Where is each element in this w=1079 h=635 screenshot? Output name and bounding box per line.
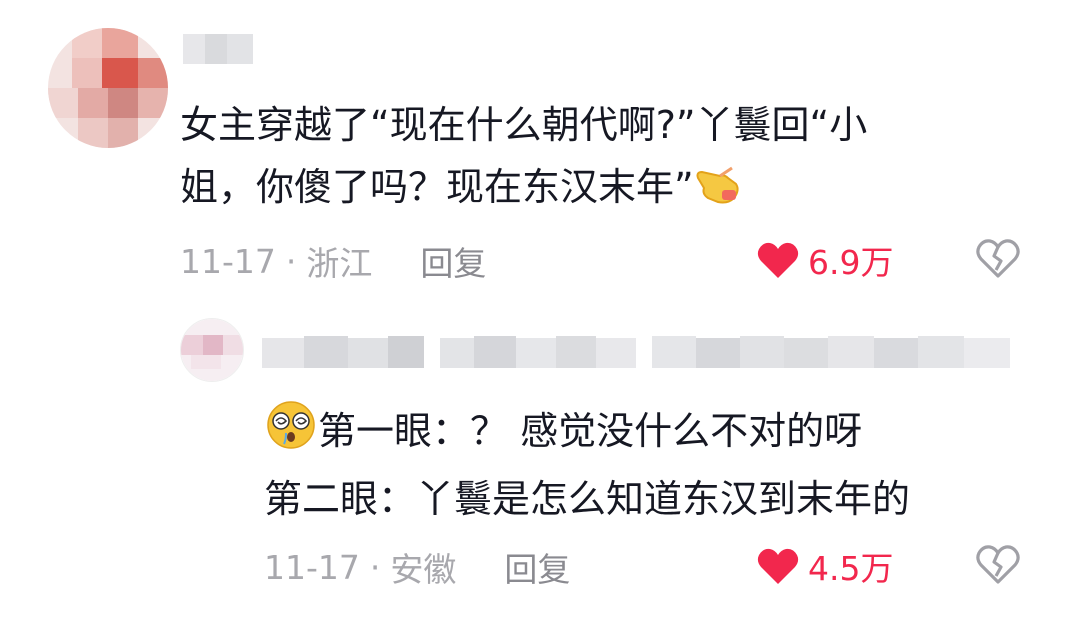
meta-separator: · <box>369 547 381 587</box>
username-blurred[interactable] <box>183 34 253 64</box>
like-button[interactable]: 6.9万 <box>756 238 893 282</box>
broken-heart-icon <box>976 239 1020 278</box>
pointing-hand-emoji <box>694 162 742 224</box>
reply-date: 11-17 <box>264 547 360 587</box>
comment-text-line: 女主穿越了“现在什么朝代啊?”丫鬟回“小 <box>180 103 868 147</box>
heart-filled-icon <box>757 548 799 584</box>
reply-text: 第一眼：？ 感觉没什么不对的呀 第二眼：丫鬟是怎么知道东汉到末年的 <box>264 400 1054 530</box>
username-blurred[interactable] <box>262 332 1010 374</box>
broken-heart-icon <box>976 545 1020 584</box>
comment-text: 女主穿越了“现在什么朝代啊?”丫鬟回“小 姐，你傻了吗？现在东汉末年” <box>180 94 1060 224</box>
like-button[interactable]: 4.5万 <box>756 544 893 588</box>
dizzy-face-emoji <box>264 400 318 468</box>
comment-meta: 11-17 · 浙江 回复 <box>180 237 486 285</box>
heart-filled-icon <box>757 242 799 278</box>
comment-location: 浙江 <box>306 244 373 283</box>
reply-text-line: 第二眼：丫鬟是怎么知道东汉到末年的 <box>264 477 911 521</box>
meta-separator: · <box>285 241 297 281</box>
avatar[interactable] <box>48 28 168 148</box>
avatar[interactable] <box>180 318 244 382</box>
comment-date: 11-17 <box>180 241 276 281</box>
reply-location: 安徽 <box>390 550 457 589</box>
comment-text-line: 姐，你傻了吗？现在东汉末年” <box>180 156 1060 224</box>
dislike-button[interactable] <box>976 238 1020 284</box>
reply-button[interactable]: 回复 <box>420 237 486 285</box>
like-count: 4.5万 <box>808 549 894 588</box>
reply-meta: 11-17 · 安徽 回复 <box>264 543 570 591</box>
dislike-button[interactable] <box>976 544 1020 590</box>
reply-text-line: 第一眼：？ 感觉没什么不对的呀 <box>264 400 1054 468</box>
reply-button[interactable]: 回复 <box>504 543 570 591</box>
like-count: 6.9万 <box>808 243 894 282</box>
